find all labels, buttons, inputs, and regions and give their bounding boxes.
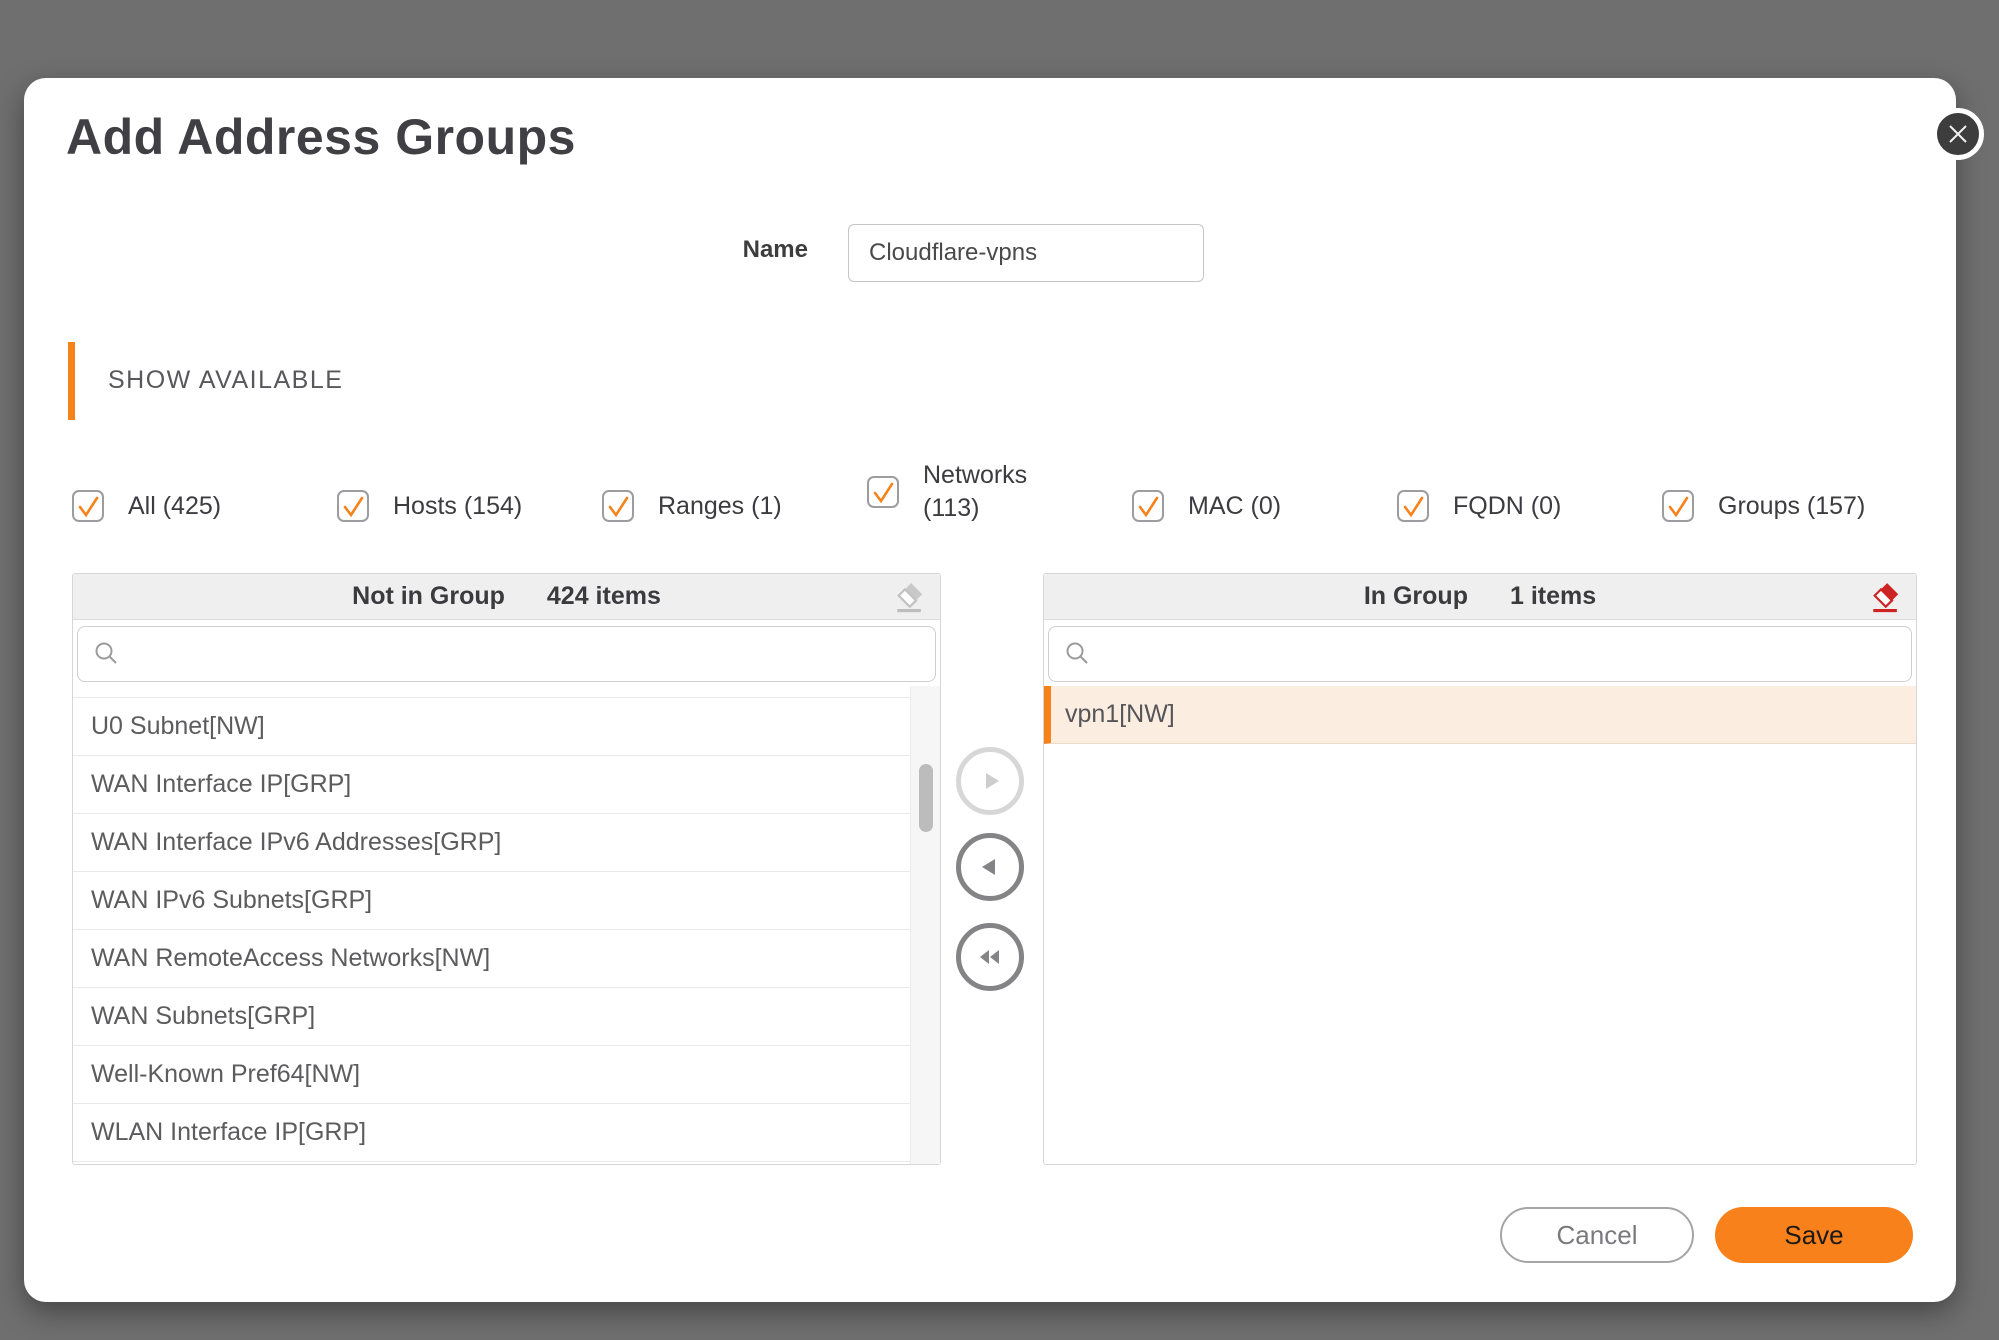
section-accent-bar <box>68 342 75 420</box>
not-in-group-title: Not in Group <box>352 582 505 611</box>
filter-networks-line1: Networks <box>923 459 1027 492</box>
filter-groups[interactable]: Groups (157) <box>1662 490 1865 523</box>
scrollbar-thumb[interactable] <box>919 764 933 832</box>
filter-mac[interactable]: MAC (0) <box>1132 490 1281 523</box>
name-input[interactable] <box>848 224 1204 282</box>
filter-mac-label: MAC (0) <box>1188 490 1281 523</box>
filter-all[interactable]: All (425) <box>72 490 221 523</box>
close-icon <box>1946 122 1970 146</box>
checkbox-checked-icon[interactable] <box>1132 490 1164 522</box>
in-group-header: In Group 1 items <box>1044 574 1916 620</box>
screen-overlay: Add Address Groups Name SHOW AVAILABLE A… <box>0 0 1999 1340</box>
filter-ranges-label: Ranges (1) <box>658 490 782 523</box>
list-item[interactable]: WAN IPv6 Subnets[GRP] <box>73 872 910 930</box>
in-group-title: In Group <box>1364 582 1468 611</box>
move-right-button[interactable] <box>956 747 1024 815</box>
arrow-right-icon <box>976 767 1004 795</box>
in-group-search-input[interactable] <box>1048 626 1912 682</box>
eraser-icon <box>889 580 925 614</box>
clear-not-in-group-button[interactable] <box>887 578 927 616</box>
not-in-group-searchbox <box>77 626 936 682</box>
in-group-list: vpn1[NW] <box>1044 686 1916 1164</box>
in-group-panel: In Group 1 items vpn1[NW] <box>1043 573 1917 1165</box>
arrow-left-icon <box>976 853 1004 881</box>
filter-networks[interactable]: Networks (113) <box>867 459 1027 524</box>
in-group-count: 1 items <box>1510 582 1596 611</box>
list-item-selected[interactable]: vpn1[NW] <box>1044 686 1916 744</box>
eraser-icon-red <box>1865 580 1901 614</box>
clear-in-group-button[interactable] <box>1863 578 1903 616</box>
double-arrow-left-icon <box>975 943 1005 971</box>
filter-networks-label: Networks (113) <box>923 459 1027 524</box>
filter-all-label: All (425) <box>128 490 221 523</box>
filter-fqdn[interactable]: FQDN (0) <box>1397 490 1561 523</box>
list-item[interactable]: WAN RemoteAccess Networks[NW] <box>73 930 910 988</box>
not-in-group-header: Not in Group 424 items <box>73 574 940 620</box>
filter-fqdn-label: FQDN (0) <box>1453 490 1561 523</box>
not-in-group-search-input[interactable] <box>77 626 936 682</box>
filter-hosts-label: Hosts (154) <box>393 490 522 523</box>
in-group-searchbox <box>1048 626 1912 682</box>
dialog-title: Add Address Groups <box>66 108 576 166</box>
name-label: Name <box>608 236 808 264</box>
filter-hosts[interactable]: Hosts (154) <box>337 490 522 523</box>
filter-ranges[interactable]: Ranges (1) <box>602 490 782 523</box>
section-title: SHOW AVAILABLE <box>108 366 343 395</box>
list-item[interactable]: WAN Interface IPv6 Addresses[GRP] <box>73 814 910 872</box>
not-in-group-list: U0 Subnet[NW] WAN Interface IP[GRP] WAN … <box>73 686 910 1164</box>
not-in-group-count: 424 items <box>547 582 661 611</box>
checkbox-checked-icon[interactable] <box>867 476 899 508</box>
list-item[interactable]: WAN Interface IP[GRP] <box>73 756 910 814</box>
not-in-group-panel: Not in Group 424 items <box>72 573 941 1165</box>
checkbox-checked-icon[interactable] <box>1397 490 1429 522</box>
checkbox-checked-icon[interactable] <box>602 490 634 522</box>
cancel-button[interactable]: Cancel <box>1500 1207 1694 1263</box>
scrollbar-track[interactable] <box>910 686 940 1164</box>
list-item[interactable]: U0 Subnet[NW] <box>73 698 910 756</box>
list-row-partial <box>73 686 910 698</box>
filter-networks-line2: (113) <box>923 492 1027 525</box>
list-item[interactable]: WAN Subnets[GRP] <box>73 988 910 1046</box>
checkbox-checked-icon[interactable] <box>72 490 104 522</box>
move-left-button[interactable] <box>956 833 1024 901</box>
move-all-left-button[interactable] <box>956 923 1024 991</box>
list-item[interactable]: WLAN Interface IP[GRP] <box>73 1104 910 1162</box>
list-item[interactable]: Well-Known Pref64[NW] <box>73 1046 910 1104</box>
checkbox-checked-icon[interactable] <box>1662 490 1694 522</box>
checkbox-checked-icon[interactable] <box>337 490 369 522</box>
close-button[interactable] <box>1932 108 1984 160</box>
save-button[interactable]: Save <box>1715 1207 1913 1263</box>
add-address-groups-dialog: Add Address Groups Name SHOW AVAILABLE A… <box>24 78 1956 1302</box>
filter-groups-label: Groups (157) <box>1718 490 1865 523</box>
search-icon <box>93 640 121 668</box>
search-icon <box>1064 640 1092 668</box>
